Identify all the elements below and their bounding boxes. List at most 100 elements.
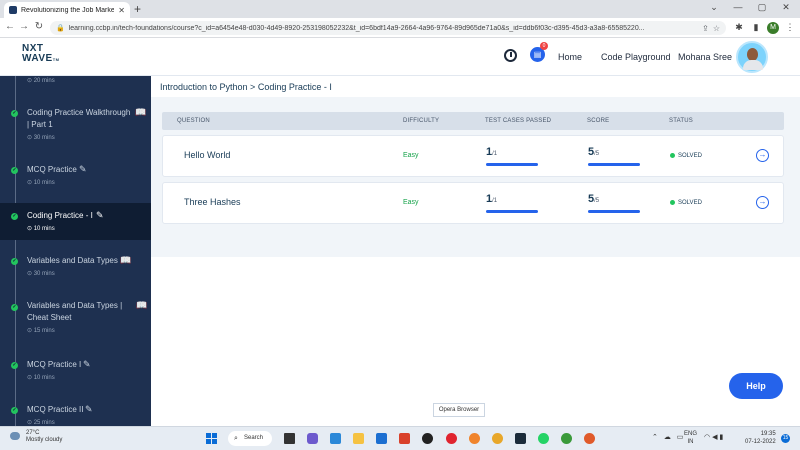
user-avatar[interactable] <box>736 41 768 73</box>
difficulty-label: Easy <box>403 199 419 206</box>
mail-icon[interactable] <box>376 433 387 444</box>
back-icon[interactable]: ← <box>4 21 16 32</box>
sidebar-item-mcq-practice-i[interactable]: ✓ MCQ Practice I ✎ ⊙ 10 mins <box>0 356 151 386</box>
sidepanel-icon[interactable]: ▮ <box>750 22 762 33</box>
pencil-icon: ✎ <box>85 404 93 414</box>
clock-date: 07-12-2022 <box>745 439 776 445</box>
tc-den: /1 <box>492 198 498 204</box>
bookmark-star-icon[interactable]: ☆ <box>713 24 720 33</box>
help-button[interactable]: Help <box>729 373 783 399</box>
status-dot-icon <box>670 200 675 205</box>
whatsapp-icon[interactable] <box>538 433 549 444</box>
windows-start-icon[interactable] <box>206 433 217 444</box>
sidebar-item-duration: ⊙ 25 mins <box>27 420 55 426</box>
clock-time: 19:35 <box>760 431 776 437</box>
sidebar-item-label: MCQ Practice II <box>27 405 84 414</box>
windows-taskbar: 27°C Mostly cloudy ⌕ Search ⌃ ☁ ▭ ENG IN… <box>0 426 800 450</box>
firefox-icon[interactable] <box>469 433 480 444</box>
sidebar-item-walkthrough[interactable]: ✓ Coding Practice Walkthrough | Part 1 📖… <box>0 104 151 146</box>
onedrive-icon[interactable]: ☁ <box>664 434 671 441</box>
volume-icon: ◀ <box>712 434 718 441</box>
opera-icon[interactable] <box>446 433 457 444</box>
dell-icon[interactable] <box>422 433 433 444</box>
taskbar-search[interactable]: ⌕ Search <box>228 431 272 446</box>
question-title[interactable]: Three Hashes <box>184 197 241 207</box>
weather-widget[interactable]: 27°C Mostly cloudy <box>10 430 62 444</box>
th-difficulty: DIFFICULTY <box>403 118 440 124</box>
network-volume-icons[interactable]: ◠ ◀ ▮ <box>704 433 723 441</box>
edge-icon[interactable] <box>330 433 341 444</box>
lang-region: IN <box>687 439 694 445</box>
lock-icon[interactable]: 🔒 <box>56 24 65 32</box>
nav-code-playground[interactable]: Code Playground <box>601 52 671 62</box>
chrome-alt-icon[interactable] <box>584 433 595 444</box>
sidebar-item-coding-practice-i[interactable]: ✓ Coding Practice - I ✎ ⊙ 10 mins <box>0 203 151 240</box>
chrome-profile-icon[interactable] <box>561 433 572 444</box>
arrow-right-circle-icon[interactable]: → <box>756 196 769 209</box>
user-name[interactable]: Mohana Sree <box>678 52 732 62</box>
book-icon: 📖 <box>135 107 147 117</box>
extensions-icon[interactable]: ✱ <box>733 22 745 33</box>
difficulty-label: Easy <box>403 152 419 159</box>
cloud-icon <box>10 432 20 440</box>
chat-badge: 0 <box>540 42 548 50</box>
browser-tab[interactable]: Revolutionizing the Job Market | ✕ <box>4 2 130 18</box>
duration-text: 30 mins <box>33 135 55 141</box>
table-row[interactable]: Hello World Easy 1/1 5/5 SOLVED → <box>162 135 784 177</box>
task-view-icon[interactable] <box>284 433 295 444</box>
sidebar-item-variables[interactable]: ✓ Variables and Data Types 📖 ⊙ 30 mins <box>0 252 151 282</box>
chrome-icon[interactable] <box>492 433 503 444</box>
minimize-button[interactable]: — <box>728 2 748 12</box>
url-text[interactable]: learning.ccbp.in/tech-foundations/course… <box>69 25 698 32</box>
close-tab-icon[interactable]: ✕ <box>118 6 125 15</box>
check-icon: ✓ <box>11 110 18 117</box>
reload-icon[interactable]: ↻ <box>33 21 45 32</box>
search-icon: ⌕ <box>234 435 238 442</box>
chevron-up-icon[interactable]: ⌃ <box>652 434 658 441</box>
sidebar-item-mcq-practice[interactable]: ✓ MCQ Practice ✎ ⊙ 10 mins <box>0 161 151 191</box>
score-den: /5 <box>594 151 600 157</box>
nav-home[interactable]: Home <box>558 52 582 62</box>
arrow-right-circle-icon[interactable]: → <box>756 149 769 162</box>
sidebar-item-mcq-practice-ii[interactable]: ✓ MCQ Practice II ✎ ⊙ 25 mins <box>0 401 151 426</box>
sidebar-item-duration: ⊙ 10 mins <box>27 226 55 232</box>
maximize-button[interactable]: ▢ <box>752 2 772 13</box>
file-explorer-icon[interactable] <box>353 433 364 444</box>
sidebar-item-cheat-sheet[interactable]: ✓ Variables and Data Types | Cheat Sheet… <box>0 298 151 340</box>
tab-title: Revolutionizing the Job Market | <box>21 6 115 14</box>
th-status: STATUS <box>669 118 693 124</box>
battery-icon[interactable]: ▭ <box>677 434 684 441</box>
share-icon[interactable]: ⇪ <box>702 24 709 33</box>
language-indicator[interactable]: ENG IN <box>684 430 697 446</box>
terminal-icon[interactable] <box>515 433 526 444</box>
sidebar-item-duration: ⊙ 30 mins <box>27 271 55 277</box>
clock[interactable]: 19:35 07-12-2022 <box>745 430 776 446</box>
test-cases-value: 1/1 <box>486 193 497 205</box>
check-icon: ✓ <box>11 304 18 311</box>
new-tab-button[interactable]: + <box>134 2 141 16</box>
top-duration: ⊙ 20 mins <box>27 78 55 84</box>
profile-avatar[interactable]: M <box>767 22 779 34</box>
app-header: NXT WAVETM ▤ 0 Home Code Playground Moha… <box>0 38 800 76</box>
tab-search-icon[interactable]: ⌄ <box>704 2 724 13</box>
url-bar[interactable]: 🔒 learning.ccbp.in/tech-foundations/cour… <box>50 21 726 35</box>
close-window-button[interactable]: ✕ <box>776 2 796 13</box>
sidebar-item-label: MCQ Practice I <box>27 360 82 369</box>
office-icon[interactable] <box>399 433 410 444</box>
status-badge: SOLVED <box>670 200 702 206</box>
sidebar-item-duration: ⊙ 30 mins <box>27 135 55 141</box>
menu-kebab-icon[interactable]: ⋮ <box>784 22 796 33</box>
test-cases-bar <box>486 210 538 213</box>
teams-chat-icon[interactable] <box>307 433 318 444</box>
logo-tm: TM <box>52 57 60 62</box>
table-row[interactable]: Three Hashes Easy 1/1 5/5 SOLVED → <box>162 182 784 224</box>
notification-badge[interactable]: 15 <box>781 434 790 443</box>
avatar-body <box>743 60 763 70</box>
stopwatch-icon[interactable] <box>504 49 517 62</box>
forward-icon[interactable]: → <box>18 21 30 32</box>
score-value: 5/5 <box>588 146 599 158</box>
status-text: SOLVED <box>678 200 702 207</box>
nxtwave-logo[interactable]: NXT WAVETM <box>22 44 66 65</box>
pencil-icon: ✎ <box>83 359 91 369</box>
question-title[interactable]: Hello World <box>184 150 230 160</box>
